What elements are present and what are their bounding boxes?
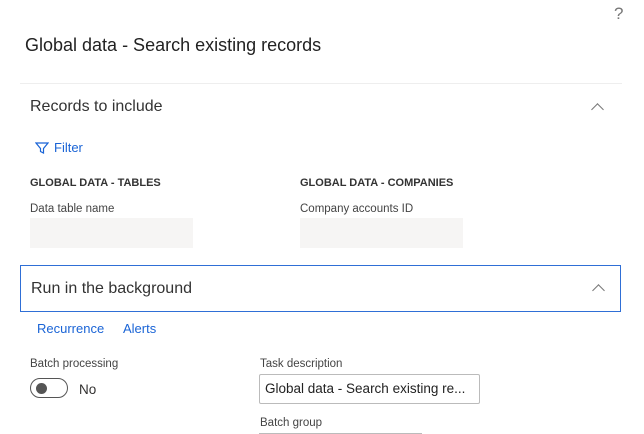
tables-group-title: GLOBAL DATA - TABLES (30, 177, 161, 189)
chevron-up-icon[interactable] (591, 103, 604, 116)
divider (20, 83, 622, 84)
help-button[interactable]: ? (614, 4, 623, 24)
alerts-link[interactable]: Alerts (123, 321, 156, 336)
filter-button[interactable]: Filter (35, 140, 83, 155)
batch-group-label: Batch group (260, 417, 323, 429)
data-table-name-input[interactable] (30, 218, 193, 248)
background-section-title: Run in the background (31, 280, 192, 297)
batch-processing-value: No (79, 382, 97, 397)
company-accounts-id-input[interactable] (300, 218, 463, 248)
background-section-header[interactable]: Run in the background (20, 265, 621, 312)
recurrence-link[interactable]: Recurrence (37, 321, 104, 336)
company-accounts-id-label: Company accounts ID (300, 203, 414, 215)
page-title: Global data - Search existing records (25, 35, 322, 55)
task-description-label: Task description (260, 358, 343, 370)
records-section-header[interactable]: Records to include (30, 98, 163, 116)
filter-icon (35, 141, 49, 154)
data-table-name-label: Data table name (30, 203, 115, 215)
filter-label: Filter (54, 140, 83, 155)
batch-processing-label: Batch processing (30, 358, 119, 370)
toggle-knob (36, 383, 47, 394)
task-description-input[interactable]: Global data - Search existing re... (259, 374, 480, 404)
chevron-up-icon[interactable] (592, 284, 605, 297)
batch-processing-toggle[interactable] (30, 378, 68, 398)
companies-group-title: GLOBAL DATA - COMPANIES (300, 177, 454, 189)
